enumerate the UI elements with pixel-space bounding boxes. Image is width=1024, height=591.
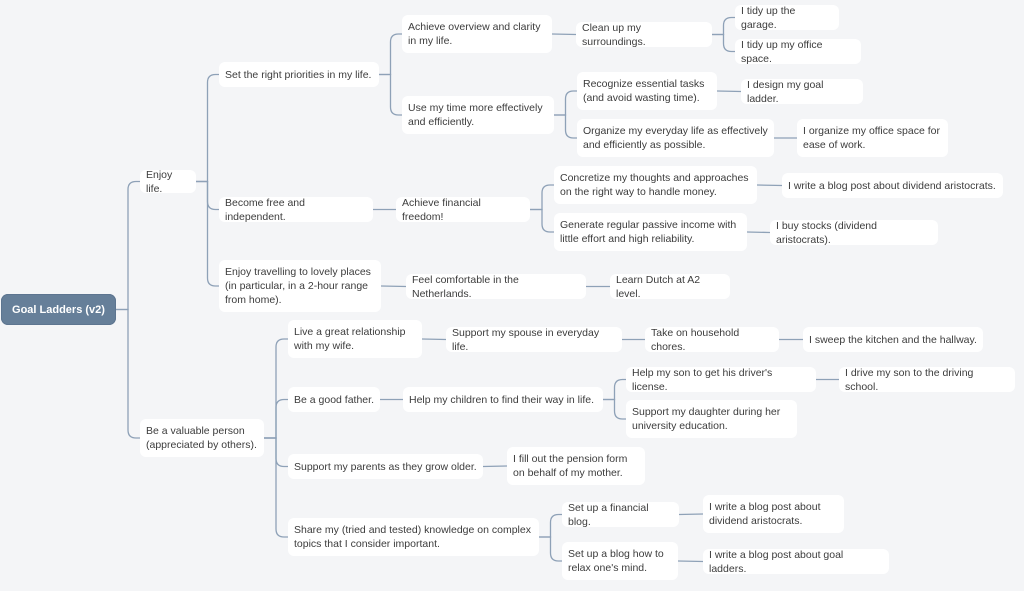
topic-financial-freedom[interactable]: Achieve financial freedom! [396,197,530,223]
connector-cleanup-office [712,33,735,53]
topic-help-son[interactable]: Help my son to get his driver's license. [626,367,816,393]
mind-map-canvas[interactable]: Goal Ladders (v2) Enjoy life. Set the ri… [0,0,1024,591]
connector-share-relaxblog [539,536,562,562]
connector-parents-pension [482,465,508,468]
action-tidy-office[interactable]: I tidy up my office space. [735,39,861,65]
connector-valuable-father [264,398,288,439]
connector-valuable-share [264,437,288,538]
topic-household-chores[interactable]: Take on household chores. [645,327,779,353]
connector-root-enjoy [116,180,140,311]
connector-share-finblog [539,513,562,538]
connector-enjoy-free [196,180,219,211]
root-topic[interactable]: Goal Ladders (v2) [1,294,116,325]
connector-relaxblog-goalblog [677,560,704,563]
topic-relax-blog[interactable]: Set up a blog how to relax one's mind. [562,542,678,580]
connector-enjoy-travel [196,180,219,287]
topic-use-time[interactable]: Use my time more effectively and efficie… [402,96,554,134]
connector-time-organize [554,114,577,139]
connector-priorities-overview [379,33,402,76]
connector-time-recognize [554,90,577,116]
action-sweep-kitchen[interactable]: I sweep the kitchen and the hallway. [803,327,983,352]
connector-concretize-blogdiv1 [756,184,783,187]
topic-support-parents[interactable]: Support my parents as they grow older. [288,454,483,479]
topic-organize-everyday[interactable]: Organize my everyday life as effectively… [577,119,774,157]
connector-priorities-time [379,73,402,116]
connector-passive-stocks [746,231,771,234]
action-learn-dutch[interactable]: Learn Dutch at A2 level. [610,274,730,300]
connector-overview-cleanup [551,33,577,36]
action-drive-son[interactable]: I drive my son to the driving school. [839,367,1015,393]
topic-share-knowledge[interactable]: Share my (tried and tested) knowledge on… [288,518,539,556]
topic-recognize-tasks[interactable]: Recognize essential tasks (and avoid was… [577,72,717,110]
topic-concretize-thoughts[interactable]: Concretize my thoughts and approaches on… [554,166,757,204]
topic-achieve-overview[interactable]: Achieve overview and clarity in my life. [402,15,552,53]
connector-valuable-relationship [264,338,288,439]
connector-enjoy-priorities [196,73,219,183]
topic-help-children[interactable]: Help my children to find their way in li… [403,387,603,412]
topic-support-daughter[interactable]: Support my daughter during her universit… [626,400,797,438]
topic-clean-up[interactable]: Clean up my surroundings. [576,22,712,48]
topic-support-spouse[interactable]: Support my spouse in everyday life. [446,327,622,353]
action-buy-stocks[interactable]: I buy stocks (dividend aristocrats). [770,220,938,246]
connector-relationship-spouse [421,338,447,341]
connector-financial-concretize [530,184,554,211]
connector-cleanup-garage [712,16,735,36]
connector-finblog-blogdiv2 [678,513,704,516]
topic-financial-blog[interactable]: Set up a financial blog. [562,502,679,528]
action-design-goal-ladder[interactable]: I design my goal ladder. [741,79,863,105]
topic-become-free[interactable]: Become free and independent. [219,197,373,223]
action-blog-dividend[interactable]: I write a blog post about dividend arist… [782,173,1003,198]
action-blog-dividend-2[interactable]: I write a blog post about dividend arist… [703,495,844,533]
action-blog-goal-ladders[interactable]: I write a blog post about goal ladders. [703,549,889,575]
connector-children-daughter [603,398,626,420]
action-pension-form[interactable]: I fill out the pension form on behalf of… [507,447,645,485]
topic-great-relationship[interactable]: Live a great relationship with my wife. [288,320,422,358]
topic-valuable-person[interactable]: Be a valuable person (appreciated by oth… [140,419,264,457]
connector-financial-passive [530,208,554,233]
topic-netherlands[interactable]: Feel comfortable in the Netherlands. [406,274,586,300]
topic-passive-income[interactable]: Generate regular passive income with lit… [554,213,747,251]
connector-recognize-ladder [716,90,742,93]
connector-root-valuable [116,308,140,439]
connector-travel-netherlands [380,285,407,288]
connector-valuable-parents [264,437,288,468]
action-organize-office[interactable]: I organize my office space for ease of w… [797,119,948,157]
topic-enjoy-life[interactable]: Enjoy life. [140,169,196,195]
connector-children-son [603,378,626,401]
topic-good-father[interactable]: Be a good father. [288,387,380,412]
topic-enjoy-travelling[interactable]: Enjoy travelling to lovely places (in pa… [219,260,381,312]
action-tidy-garage[interactable]: I tidy up the garage. [735,5,839,31]
topic-set-priorities[interactable]: Set the right priorities in my life. [219,62,379,87]
